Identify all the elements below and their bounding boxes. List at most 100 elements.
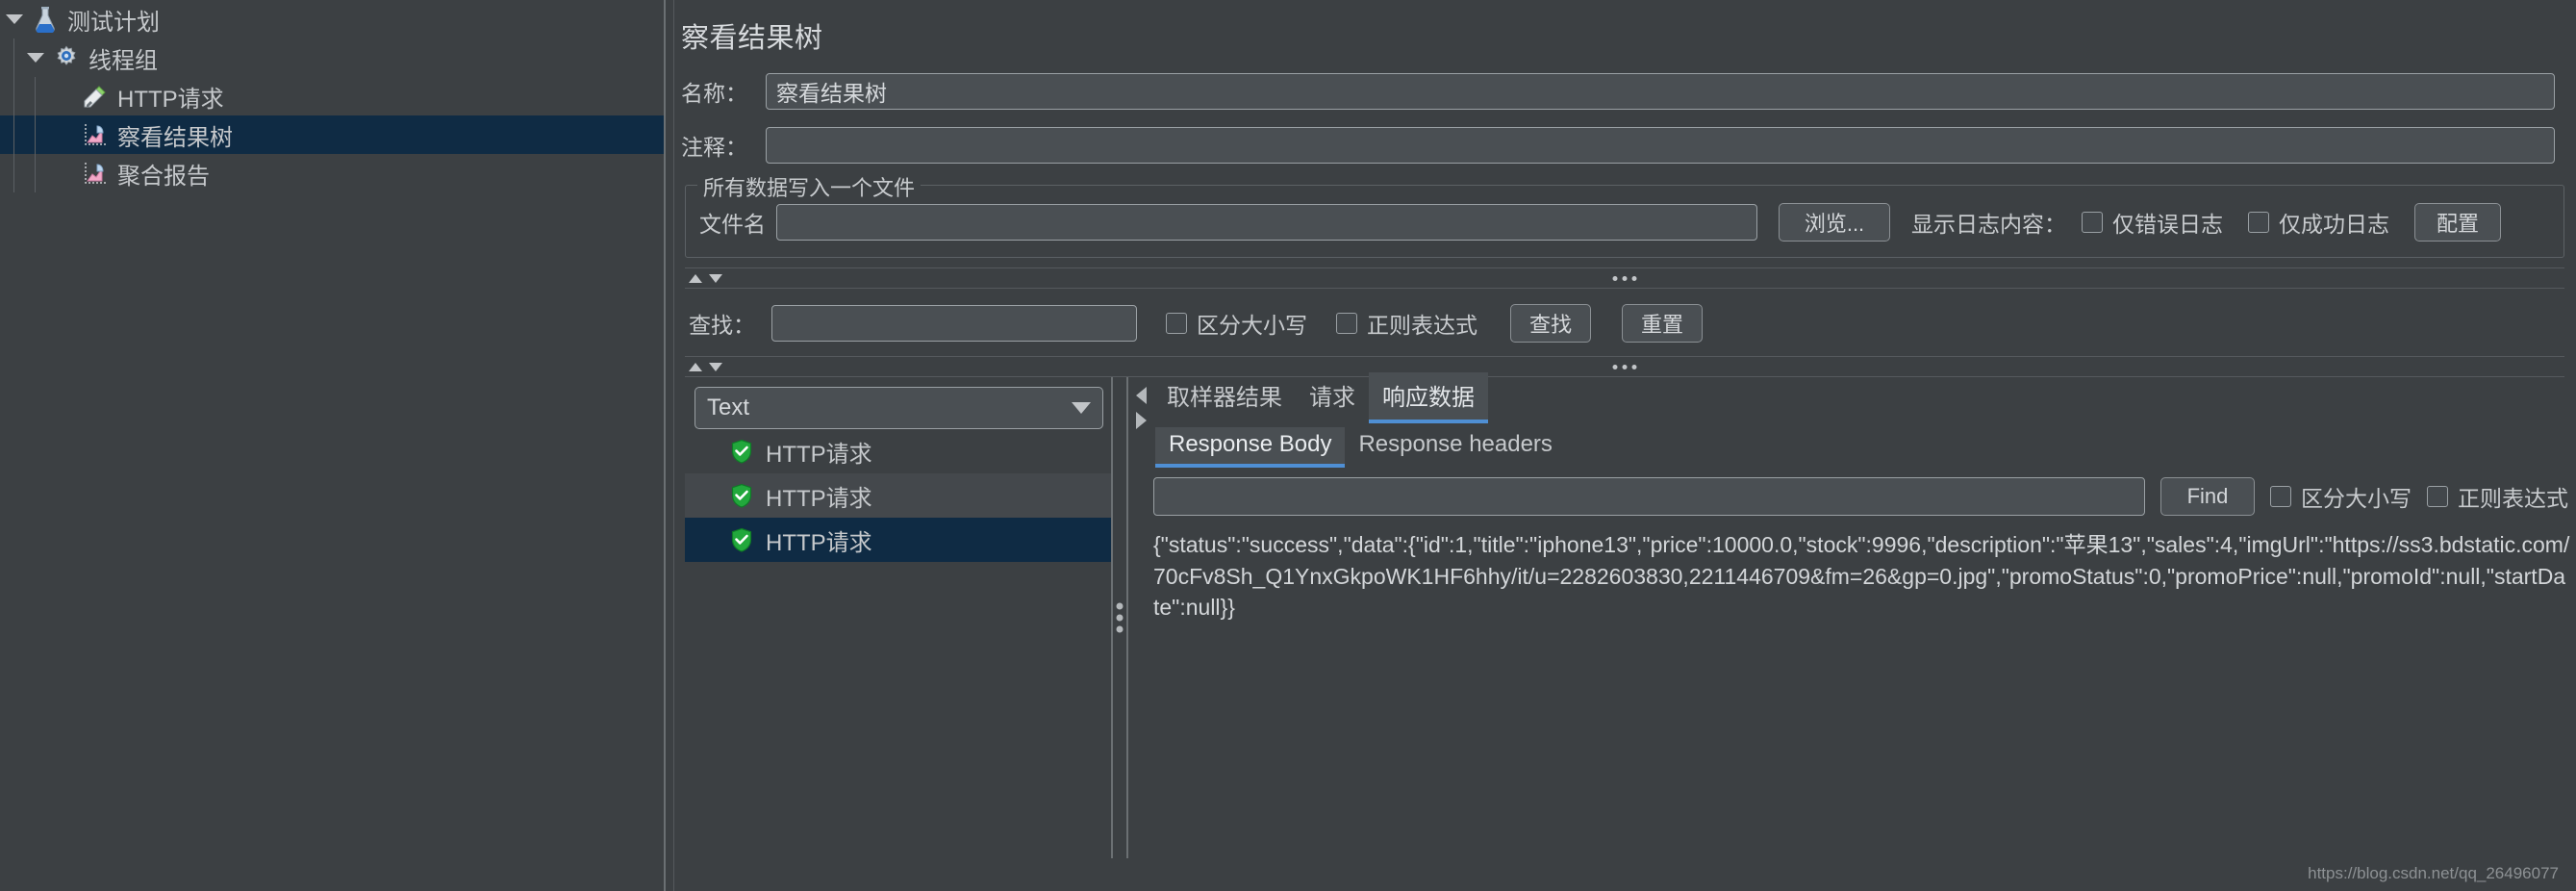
result-row[interactable]: HTTP请求 (685, 518, 1111, 562)
response-detail-panel: 取样器结果 请求 响应数据 Response Body Response hea… (1153, 372, 2576, 858)
groupbox-legend: 所有数据写入一个文件 (697, 171, 922, 202)
green-shield-check-icon (729, 439, 754, 464)
response-find-input[interactable] (1153, 477, 2145, 516)
search-regex-label: 正则表达式 (1367, 313, 1477, 338)
gear-icon (50, 45, 83, 70)
collapse-up-icon[interactable] (689, 362, 702, 371)
checkbox-box[interactable] (2248, 212, 2269, 233)
tab-sampler-result[interactable]: 取样器结果 (1153, 372, 1296, 423)
search-label: 查找： (689, 313, 755, 338)
checkbox-box[interactable] (2082, 212, 2103, 233)
tree-item-label: 聚合报告 (117, 163, 210, 190)
tab-request[interactable]: 请求 (1296, 372, 1369, 423)
panel-left-border (673, 0, 674, 891)
flask-icon (29, 6, 62, 33)
result-row-label: HTTP请求 (766, 485, 872, 512)
result-row-label: HTTP请求 (766, 441, 872, 468)
errors-only-checkbox[interactable]: 仅错误日志 (2082, 206, 2223, 239)
render-type-value: Text (707, 395, 750, 420)
result-row[interactable]: HTTP请求 (685, 473, 1111, 518)
checkbox-box[interactable] (1336, 313, 1357, 334)
tree-item-label: 线程组 (88, 47, 158, 74)
name-row: 名称： 察看结果树 (673, 73, 2576, 110)
checkbox-box[interactable] (1166, 313, 1187, 334)
subtab-response-headers[interactable]: Response headers (1345, 427, 1565, 468)
search-find-button[interactable]: 查找 (1510, 304, 1591, 343)
name-label: 名称： (681, 81, 747, 106)
result-row[interactable]: HTTP请求 (685, 429, 1111, 473)
tree-item-test-plan[interactable]: 测试计划 (0, 0, 664, 38)
search-case-sensitive-checkbox[interactable]: 区分大小写 (1166, 307, 1307, 340)
response-find-row: Find 区分大小写 正则表达式 (1153, 477, 2576, 516)
page-title: 察看结果树 (681, 23, 823, 54)
comment-input[interactable] (766, 127, 2555, 164)
filename-label: 文件名 (699, 212, 766, 237)
search-input[interactable] (771, 305, 1137, 342)
collapse-down-icon[interactable] (709, 362, 722, 371)
chart-icon (79, 161, 112, 186)
chevron-down-icon[interactable] (1072, 402, 1091, 414)
detail-tabbar: 取样器结果 请求 响应数据 (1153, 372, 2576, 423)
view-results-tree-panel: 察看结果树 名称： 察看结果树 注释： 所有数据写入一个文件 文件名 浏览...… (673, 0, 2576, 891)
response-find-button[interactable]: Find (2160, 477, 2255, 516)
write-all-data-groupbox: 所有数据写入一个文件 文件名 浏览... 显示日志内容： 仅错误日志 仅成功日志… (685, 171, 2564, 258)
configure-button[interactable]: 配置 (2414, 203, 2501, 242)
search-row: 查找： 区分大小写 正则表达式 查找 重置 (685, 304, 2564, 343)
splitter-gap (666, 0, 673, 891)
filename-input[interactable] (776, 204, 1757, 241)
jmeter-window: 测试计划 线程组 HTTP请求 察看结果树 聚合报告 察看结果树 名称： 察看结… (0, 0, 2576, 891)
results-splitter-grip[interactable] (1113, 377, 1126, 858)
tree-item-aggregate-report[interactable]: 聚合报告 (0, 154, 664, 192)
tree-item-label: 测试计划 (67, 9, 160, 36)
tree-item-label: HTTP请求 (117, 86, 224, 113)
results-list-panel: Text HTTP请求 HTTP请求 HTTP请求 (685, 377, 1111, 858)
log-content-label: 显示日志内容： (1911, 212, 2066, 237)
filename-row: 文件名 浏览... 显示日志内容： 仅错误日志 仅成功日志 配置 (695, 203, 2554, 242)
twisty-test-plan[interactable] (0, 14, 29, 24)
tab-scroll-controls[interactable] (1128, 377, 1153, 858)
collapse-down-icon[interactable] (709, 273, 722, 283)
checkbox-box[interactable] (2270, 486, 2291, 507)
render-type-select[interactable]: Text (695, 387, 1103, 429)
tab-response-data[interactable]: 响应数据 (1369, 372, 1488, 423)
splitter-arrows[interactable] (689, 273, 722, 283)
scroll-right-icon[interactable] (1135, 412, 1147, 429)
browse-button[interactable]: 浏览... (1779, 203, 1890, 242)
response-body-text[interactable]: {"status":"success","data":{"id":1,"titl… (1153, 529, 2576, 624)
success-only-checkbox[interactable]: 仅成功日志 (2248, 206, 2389, 239)
tree-item-thread-group[interactable]: 线程组 (0, 38, 664, 77)
search-reset-button[interactable]: 重置 (1622, 304, 1703, 343)
upper-splitter-bar[interactable] (685, 267, 2564, 289)
response-case-sensitive-label: 区分大小写 (2301, 486, 2412, 511)
splitter-grip-icon[interactable] (1612, 364, 1637, 369)
pipette-icon (79, 83, 112, 110)
splitter-grip-icon[interactable] (1612, 275, 1637, 281)
subtab-response-body[interactable]: Response Body (1155, 427, 1346, 468)
twisty-thread-group[interactable] (21, 53, 50, 63)
tree-item-view-results-tree[interactable]: 察看结果树 (0, 115, 664, 154)
tree-item-label: 察看结果树 (117, 124, 233, 151)
search-case-sensitive-label: 区分大小写 (1197, 313, 1307, 338)
chart-icon (79, 122, 112, 147)
result-row-label: HTTP请求 (766, 529, 872, 556)
collapse-up-icon[interactable] (689, 273, 702, 283)
response-regex-checkbox[interactable]: 正则表达式 (2427, 480, 2568, 513)
green-shield-check-icon (729, 527, 754, 552)
response-case-sensitive-checkbox[interactable]: 区分大小写 (2270, 480, 2412, 513)
green-shield-check-icon (729, 483, 754, 508)
comment-row: 注释： (673, 127, 2576, 164)
test-plan-tree: 测试计划 线程组 HTTP请求 察看结果树 聚合报告 (0, 0, 664, 891)
response-regex-label: 正则表达式 (2458, 486, 2568, 511)
success-only-label: 仅成功日志 (2279, 212, 2389, 237)
checkbox-box[interactable] (2427, 486, 2448, 507)
comment-label: 注释： (681, 135, 747, 160)
tree-item-http-request[interactable]: HTTP请求 (0, 77, 664, 115)
search-regex-checkbox[interactable]: 正则表达式 (1336, 307, 1477, 340)
lower-splitter-bar[interactable] (685, 356, 2564, 377)
grip-dots-icon (1116, 602, 1124, 633)
splitter-arrows[interactable] (689, 362, 722, 371)
scroll-left-icon[interactable] (1135, 387, 1147, 404)
response-subtabbar: Response Body Response headers (1155, 423, 2576, 468)
name-input[interactable]: 察看结果树 (766, 73, 2555, 110)
results-vertical-splitter-2[interactable] (1126, 377, 1128, 858)
